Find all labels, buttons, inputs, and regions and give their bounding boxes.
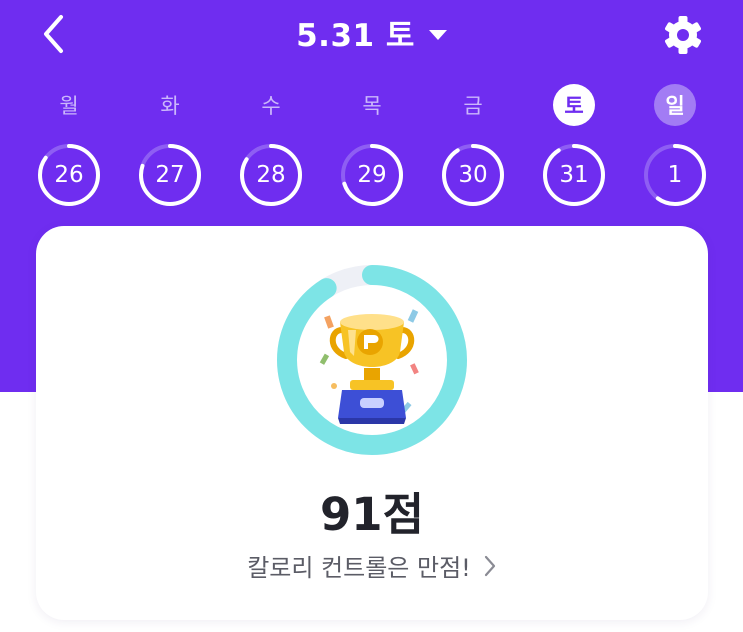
- day-progress-ring: 30: [438, 140, 508, 210]
- day-progress-ring: 29: [337, 140, 407, 210]
- day-1[interactable]: 일1: [635, 84, 715, 214]
- day-date: 1: [667, 162, 683, 188]
- score-caption: 칼로리 컨트롤은 만점!: [247, 554, 471, 582]
- day-progress-ring: 28: [236, 140, 306, 210]
- day-progress-ring: 26: [34, 140, 104, 210]
- day-30[interactable]: 금 30: [433, 84, 513, 214]
- day-date: 29: [357, 162, 387, 188]
- settings-button[interactable]: [660, 12, 706, 58]
- gear-icon: [665, 16, 701, 54]
- trophy-icon: [319, 309, 419, 424]
- chevron-right-icon: [484, 555, 495, 576]
- day-29[interactable]: 목 29: [332, 84, 412, 214]
- date-label: 5.31 토: [296, 18, 415, 54]
- weekday-label: 토: [553, 84, 595, 126]
- weekday-label: 월: [59, 94, 79, 118]
- day-26[interactable]: 월 26: [29, 84, 109, 214]
- score-detail-link[interactable]: 칼로리 컨트롤은 만점!: [36, 548, 708, 583]
- weekday-label: 일: [654, 84, 696, 126]
- day-31[interactable]: 토 31: [534, 84, 614, 214]
- weekday-label: 화: [160, 94, 180, 118]
- day-date: 31: [559, 162, 589, 188]
- top-bar: 5.31 토: [0, 0, 743, 70]
- day-progress-ring: 31: [539, 140, 609, 210]
- day-28[interactable]: 수 28: [231, 84, 311, 214]
- day-27[interactable]: 화 27: [130, 84, 210, 214]
- day-progress-ring: 1: [640, 140, 710, 210]
- caret-down-icon: [428, 29, 447, 40]
- day-date: 26: [54, 162, 84, 188]
- day-date: 28: [256, 162, 286, 188]
- weekday-label: 목: [362, 94, 382, 118]
- score-value: 91점: [319, 488, 425, 541]
- score-ring: [272, 260, 472, 460]
- weekday-label: 수: [261, 94, 281, 118]
- day-date: 27: [155, 162, 185, 188]
- day-progress-ring: 27: [135, 140, 205, 210]
- date-selector[interactable]: 5.31 토: [0, 10, 743, 55]
- weekday-label: 금: [463, 94, 483, 118]
- day-date: 30: [458, 162, 488, 188]
- week-calendar: 월 26 화 27 수 28 목 29 금 30 토 31 일 1: [0, 84, 743, 214]
- daily-score-card: 91점 칼로리 컨트롤은 만점!: [36, 226, 708, 620]
